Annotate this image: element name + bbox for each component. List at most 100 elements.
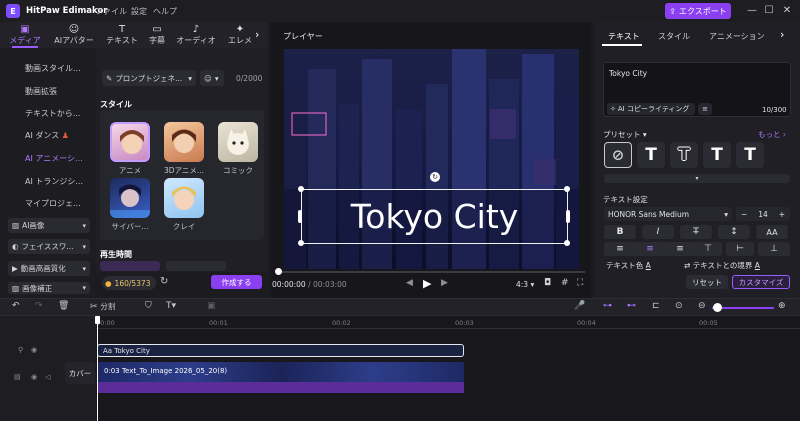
- chevron-right-icon[interactable]: ›: [780, 28, 784, 41]
- export-button[interactable]: ⇪ エクスポート: [665, 3, 731, 19]
- reset-button[interactable]: リセット: [686, 275, 728, 289]
- bold-button[interactable]: B: [604, 225, 636, 239]
- video-visibility-icon[interactable]: ◉: [31, 373, 37, 381]
- tab-style[interactable]: スタイル: [658, 31, 690, 42]
- preset-solid[interactable]: T: [637, 142, 665, 168]
- mute-icon[interactable]: ◁: [45, 373, 50, 381]
- resize-handle-bl[interactable]: [298, 240, 304, 246]
- tab-element[interactable]: ✦ エレメ: [226, 22, 254, 48]
- style-card-3d-anime[interactable]: [164, 122, 204, 162]
- resize-handle-tr[interactable]: [564, 186, 570, 192]
- sidebar-group-ai-image[interactable]: ▨ AI画像 ▾: [8, 218, 90, 233]
- rotate-icon[interactable]: ↻: [430, 172, 440, 182]
- tab-subtitle[interactable]: ▭ 字幕: [145, 22, 169, 48]
- video-clip[interactable]: 0:03 Text_To_Image 2026_05_20(8): [98, 362, 464, 382]
- sidebar-group-image-fix[interactable]: ▨ 画像補正 ▾: [8, 282, 90, 294]
- create-button[interactable]: 作成する: [211, 275, 262, 289]
- line-spacing-button[interactable]: ↕: [718, 225, 750, 239]
- resize-handle-right[interactable]: [566, 210, 570, 223]
- next-frame-icon[interactable]: ▶: [441, 278, 448, 288]
- tab-audio[interactable]: ♪ オーディオ: [176, 22, 216, 48]
- sidebar-item-ai-dance[interactable]: AI ダンス ♟: [25, 130, 69, 141]
- sidebar-item-video-style[interactable]: 動画スタイル...: [25, 63, 81, 74]
- align-top-button[interactable]: ⊤: [694, 242, 722, 256]
- text-clip[interactable]: Aa Tokyo City: [97, 344, 464, 357]
- uppercase-button[interactable]: AA: [756, 225, 788, 239]
- text-overlay-box[interactable]: Tokyo City: [301, 189, 568, 244]
- tab-media[interactable]: ▣ メディア: [6, 22, 44, 48]
- align-center-button[interactable]: ≡: [634, 242, 666, 256]
- minimize-button[interactable]: —: [745, 4, 759, 18]
- close-button[interactable]: ✕: [780, 4, 794, 18]
- preset-none[interactable]: ⊘: [604, 142, 632, 168]
- link-icon[interactable]: ⊶: [603, 301, 612, 311]
- plus-icon[interactable]: +: [779, 210, 785, 219]
- customize-button[interactable]: カスタマイズ: [732, 275, 790, 289]
- video-preview[interactable]: Tokyo City ↻: [284, 49, 579, 269]
- playhead-knob[interactable]: [275, 268, 282, 275]
- chevron-right-icon[interactable]: ›: [255, 28, 259, 41]
- font-family-select[interactable]: HONOR Sans Medium ▾: [604, 207, 732, 221]
- menu-help[interactable]: ヘルプ: [153, 6, 177, 17]
- more-presets-link[interactable]: もっと ›: [758, 129, 786, 140]
- style-card-comic[interactable]: [218, 122, 258, 162]
- expand-presets-button[interactable]: ▾: [604, 174, 790, 183]
- maximize-button[interactable]: ☐: [762, 4, 776, 18]
- style-card-clay[interactable]: [164, 178, 204, 218]
- strikethrough-button[interactable]: T̶: [680, 225, 712, 239]
- grid-icon[interactable]: #: [561, 278, 569, 288]
- duration-option-10s[interactable]: [166, 261, 226, 271]
- italic-button[interactable]: I: [642, 225, 674, 239]
- preset-bold[interactable]: T: [736, 142, 764, 168]
- fullscreen-icon[interactable]: ⛶: [577, 278, 583, 288]
- align-right-button[interactable]: ≡: [664, 242, 696, 256]
- sidebar-item-my-project[interactable]: マイプロジェ...: [25, 198, 81, 209]
- align-bottom-button[interactable]: ⊥: [758, 242, 790, 256]
- resize-handle-br[interactable]: [564, 240, 570, 246]
- sidebar-item-text-to[interactable]: テキストから...: [25, 108, 80, 119]
- freeze-icon[interactable]: ▣: [207, 301, 216, 311]
- magnet-icon[interactable]: ⊷: [627, 301, 636, 311]
- microphone-icon[interactable]: 🎤: [574, 301, 585, 311]
- prev-frame-icon[interactable]: ◀: [406, 278, 413, 288]
- track-lock-icon[interactable]: ⚲: [18, 346, 23, 354]
- shield-icon[interactable]: ⛉: [145, 301, 152, 311]
- resize-handle-left[interactable]: [298, 210, 302, 223]
- audio-waveform-strip[interactable]: [98, 382, 464, 393]
- preset-shadow[interactable]: T: [703, 142, 731, 168]
- track-visibility-icon[interactable]: ◉: [31, 346, 37, 354]
- text-tool-icon[interactable]: T▾: [166, 301, 176, 311]
- playhead-line[interactable]: [97, 316, 98, 421]
- split-button[interactable]: ✂ 分割: [90, 301, 115, 312]
- playback-progress-track[interactable]: [277, 271, 585, 273]
- emoji-select[interactable]: ☺ ▾: [200, 70, 224, 86]
- sidebar-item-video-extend[interactable]: 動画拡張: [25, 86, 57, 97]
- snapshot-icon[interactable]: ◘: [544, 278, 551, 288]
- menu-settings[interactable]: 設定: [131, 6, 147, 17]
- list-format-icon[interactable]: ≡: [698, 103, 712, 115]
- undo-icon[interactable]: ↶: [12, 301, 20, 311]
- style-card-anime[interactable]: [110, 122, 150, 162]
- text-input-area[interactable]: Tokyo City ✧ AI コピーライティング ≡ 10/300: [603, 62, 791, 117]
- play-icon[interactable]: ▶: [423, 277, 431, 290]
- refresh-icon[interactable]: ↻: [160, 276, 168, 287]
- cover-button[interactable]: カバー: [65, 362, 95, 384]
- align-left-button[interactable]: ≡: [604, 242, 636, 256]
- ai-copywriting-button[interactable]: ✧ AI コピーライティング: [607, 103, 695, 115]
- zoom-in-icon[interactable]: ⊕: [778, 301, 786, 311]
- align-middle-button[interactable]: ⊢: [726, 242, 754, 256]
- tab-ai-avatar[interactable]: ☺ AIアバター: [52, 22, 96, 48]
- delete-icon[interactable]: 🗑: [58, 301, 69, 311]
- style-card-cyber[interactable]: [110, 178, 150, 218]
- zoom-out-icon[interactable]: ⊖: [698, 301, 706, 311]
- text-color-icon[interactable]: A: [646, 261, 651, 270]
- redo-icon[interactable]: ↷: [35, 301, 43, 311]
- zoom-slider-knob[interactable]: [713, 303, 722, 312]
- border-color-icon[interactable]: A: [755, 261, 760, 270]
- menu-file[interactable]: ファイル: [95, 6, 127, 17]
- preset-outline[interactable]: T: [670, 142, 698, 168]
- fit-icon[interactable]: ⊙: [675, 301, 683, 311]
- sidebar-item-ai-animation[interactable]: AI アニメーシ...: [25, 153, 83, 164]
- font-size-stepper[interactable]: −14 +: [736, 207, 790, 221]
- aspect-ratio-select[interactable]: 4:3 ▾: [516, 280, 534, 289]
